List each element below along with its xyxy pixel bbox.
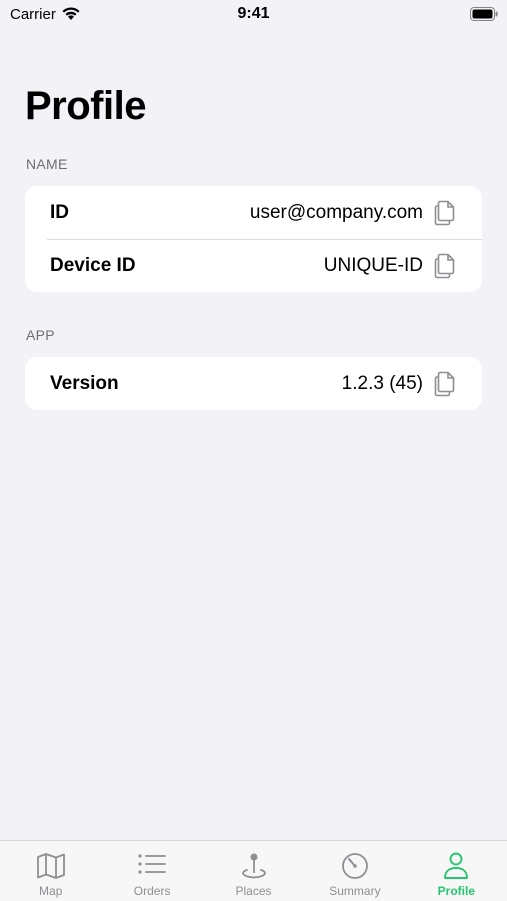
tab-bar: Map Orders Places Summary Profile — [0, 840, 507, 901]
device-id-value: UNIQUE-ID — [323, 254, 423, 276]
tab-label-places: Places — [235, 884, 272, 898]
name-card: ID user@company.com Device ID UNIQUE-ID — [25, 186, 482, 292]
version-label: Version — [50, 372, 119, 394]
status-bar: Carrier 9:41 — [0, 0, 507, 30]
id-row: ID user@company.com — [25, 186, 482, 240]
battery-icon — [470, 7, 498, 21]
version-value: 1.2.3 (45) — [341, 372, 423, 394]
clock: 9:41 — [237, 5, 270, 22]
tab-label-profile: Profile — [437, 884, 475, 898]
tab-label-orders: Orders — [133, 884, 171, 898]
timer-icon — [342, 853, 368, 879]
tab-orders[interactable]: Orders — [101, 841, 202, 901]
version-row: Version 1.2.3 (45) — [25, 357, 482, 410]
copy-icon[interactable] — [434, 371, 456, 397]
tab-map[interactable]: Map — [0, 841, 101, 901]
device-id-row: Device ID UNIQUE-ID — [25, 239, 482, 292]
device-id-label: Device ID — [50, 254, 136, 276]
section-header-name: NAME — [26, 156, 68, 172]
list-icon — [138, 854, 167, 874]
copy-icon[interactable] — [434, 200, 456, 226]
tab-label-map: Map — [39, 884, 63, 898]
tab-places[interactable]: Places — [203, 841, 304, 901]
tab-summary[interactable]: Summary — [304, 841, 405, 901]
map-icon — [36, 853, 65, 879]
tab-label-summary: Summary — [329, 884, 381, 898]
page-title: Profile — [25, 84, 146, 128]
section-header-app: APP — [26, 327, 55, 343]
pin-icon — [241, 853, 266, 879]
person-icon — [444, 852, 469, 879]
copy-icon[interactable] — [434, 253, 456, 279]
tab-profile[interactable]: Profile — [406, 841, 507, 901]
id-label: ID — [50, 201, 69, 223]
app-card: Version 1.2.3 (45) — [25, 357, 482, 410]
id-value: user@company.com — [249, 201, 423, 223]
